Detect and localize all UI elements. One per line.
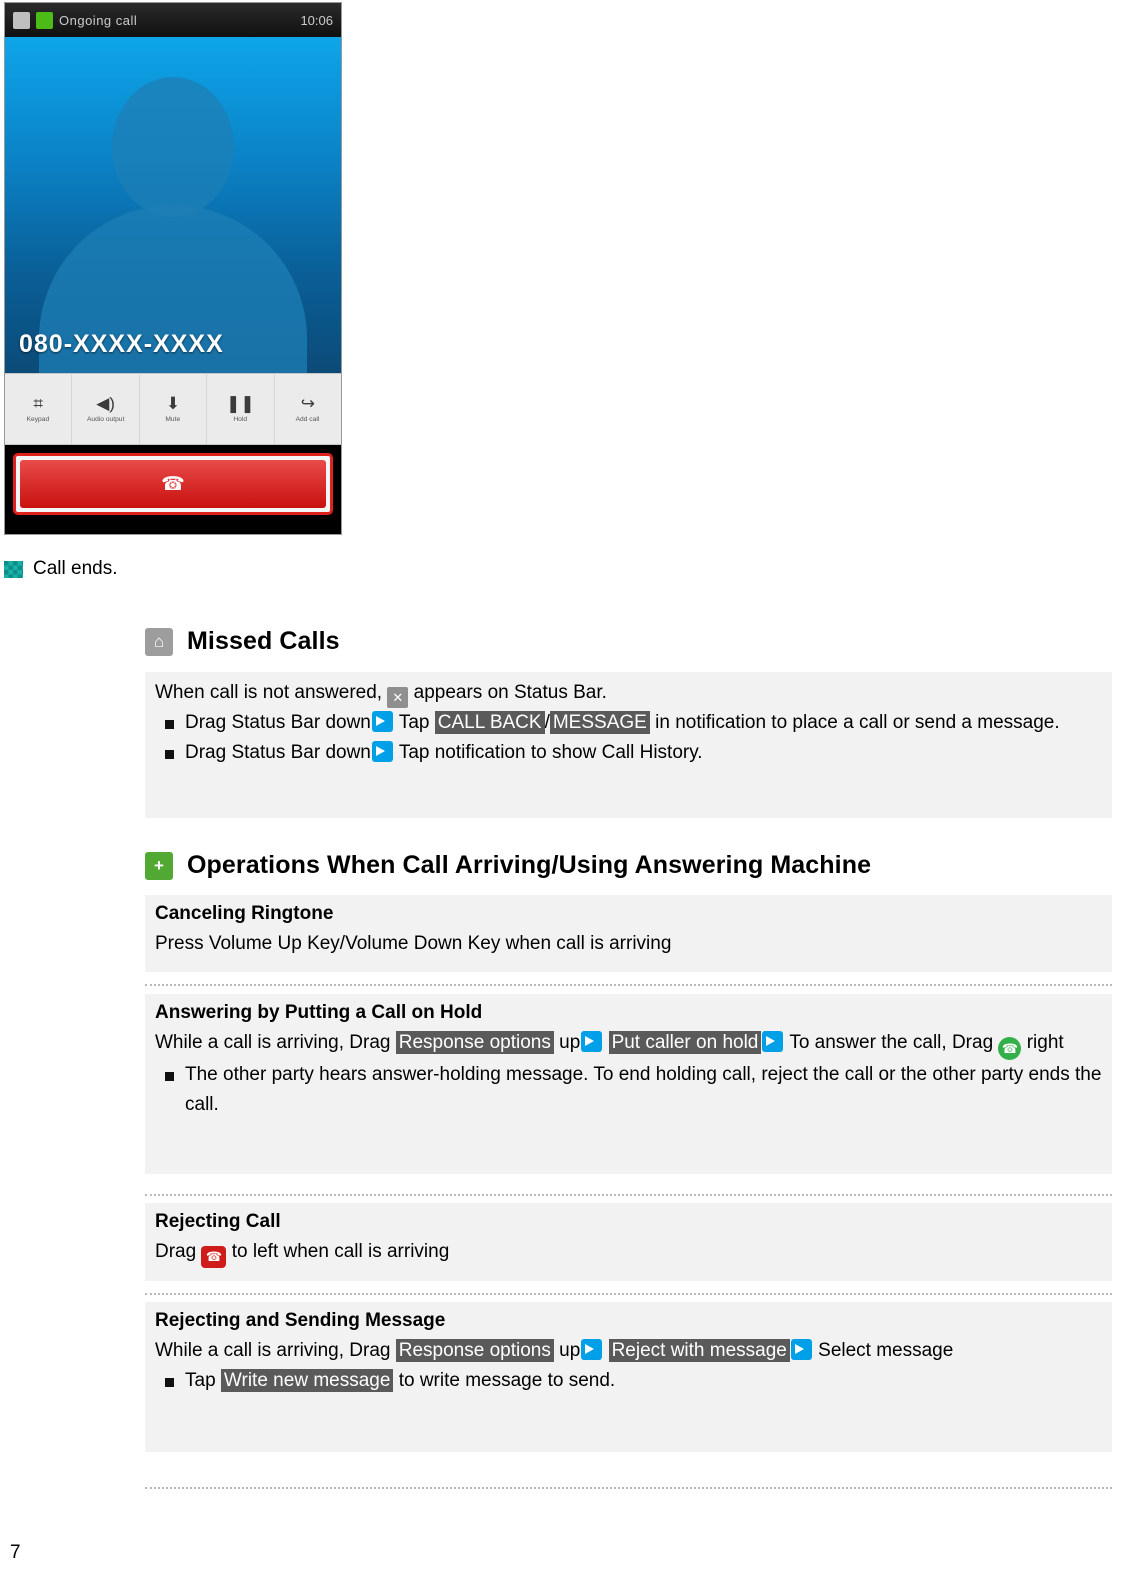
call-ends-caption: Call ends. — [4, 558, 118, 580]
call-icon — [13, 11, 30, 29]
rejecting-msg-text-b: up — [559, 1340, 581, 1361]
hold-button[interactable]: ❚❚ Hold — [207, 374, 275, 444]
bullet-1-text-b: Tap — [398, 712, 430, 733]
divider — [145, 1293, 1112, 1295]
rejecting-sending-line: While a call is arriving, Drag Response … — [155, 1336, 1102, 1366]
end-call-highlight: ☎ — [13, 453, 333, 515]
missed-calls-intro-before: When call is not answered, — [155, 682, 383, 703]
missed-calls-intro: When call is not answered, ✕ appears on … — [155, 678, 1102, 708]
answering-text-a: While a call is arriving, Drag — [155, 1032, 391, 1053]
end-call-button[interactable]: ☎ — [20, 460, 326, 508]
operations-title: Operations When Call Arriving/Using Answ… — [187, 851, 872, 879]
rejecting-sending-bullet: Tap Write new message to write message t… — [155, 1366, 1102, 1396]
rejecting-text-a: Drag — [155, 1241, 197, 1262]
audio-output-button[interactable]: ◀) Audio output — [72, 374, 140, 444]
message-label[interactable]: MESSAGE — [549, 711, 650, 734]
call-back-label[interactable]: CALL BACK — [434, 711, 545, 734]
speaker-icon: ◀) — [96, 394, 115, 413]
add-call-button[interactable]: ↪ Add call — [275, 374, 341, 444]
missed-calls-bullet-1: Drag Status Bar down Tap CALL BACK / MESSA… — [155, 708, 1102, 738]
hold-label: Hold — [233, 416, 248, 423]
missed-calls-bullet-2: Drag Status Bar down Tap notification to… — [155, 738, 1102, 768]
write-msg-text-b: to write message to send. — [398, 1370, 616, 1391]
answering-text-b: up — [559, 1032, 581, 1053]
divider — [145, 1194, 1112, 1196]
rejecting-msg-text-c: Select message — [818, 1340, 954, 1361]
arrow-icon — [371, 711, 393, 732]
caller-photo: 080-XXXX-XXXX — [5, 37, 341, 373]
mute-icon: ⬇ — [165, 394, 181, 413]
divider — [145, 1487, 1112, 1489]
canceling-ringtone-block: Canceling Ringtone Press Volume Up Key/V… — [145, 895, 1112, 972]
status-bar-title: Ongoing call — [59, 12, 138, 28]
keypad-button[interactable]: ⌗ Keypad — [5, 374, 73, 444]
canceling-ringtone-line: Press Volume Up Key/Volume Down Key when… — [155, 933, 672, 954]
reject-call-icon: ☎ — [201, 1246, 227, 1268]
page-number: 7 — [10, 1542, 21, 1563]
add-call-label: Add call — [295, 416, 320, 423]
rejecting-call-title: Rejecting Call — [155, 1211, 281, 1232]
missed-calls-title: Missed Calls — [187, 627, 340, 655]
arrow-icon — [581, 1339, 603, 1360]
missed-calls-intro-after: appears on Status Bar. — [413, 682, 607, 703]
signal-icon — [36, 11, 53, 29]
rejecting-call-line: Drag ☎ to left when call is arriving — [155, 1237, 1102, 1268]
caller-number: 080-XXXX-XXXX — [19, 330, 224, 358]
checkered-flag-icon — [4, 560, 23, 578]
put-caller-on-hold-label[interactable]: Put caller on hold — [608, 1031, 762, 1054]
bullet-2-text-a: Drag Status Bar down — [185, 742, 371, 763]
phone-screenshot: Ongoing call 10:06 080-XXXX-XXXX ⌗ Keypa… — [4, 2, 342, 535]
canceling-ringtone-title: Canceling Ringtone — [155, 903, 334, 924]
rejecting-sending-title: Rejecting and Sending Message — [155, 1310, 446, 1331]
arrow-icon — [762, 1031, 784, 1052]
avatar-head — [112, 77, 234, 217]
answering-on-hold-line: While a call is arriving, Drag Response … — [155, 1028, 1102, 1060]
audio-output-label: Audio output — [86, 416, 125, 423]
answering-on-hold-bullet: The other party hears answer-holding mes… — [155, 1060, 1102, 1120]
answering-on-hold-block: Answering by Putting a Call on Hold Whil… — [145, 994, 1112, 1174]
arrow-icon — [790, 1339, 812, 1360]
arrow-icon — [371, 741, 393, 762]
rejecting-call-block: Rejecting Call Drag ☎ to left when call … — [145, 1203, 1112, 1281]
rejecting-sending-message-block: Rejecting and Sending Message While a ca… — [145, 1302, 1112, 1452]
bullet-1-text-a: Drag Status Bar down — [185, 712, 371, 733]
answering-text-d: right — [1026, 1032, 1064, 1053]
end-call-icon: ☎ — [161, 473, 185, 495]
call-ends-text: Call ends. — [33, 558, 118, 579]
missed-calls-badge-icon: ⌂ — [145, 627, 173, 656]
rejecting-msg-text-a: While a call is arriving, Drag — [155, 1340, 391, 1361]
reject-with-message-label[interactable]: Reject with message — [608, 1339, 790, 1362]
rejecting-text-b: to left when call is arriving — [231, 1241, 450, 1262]
phone-status-bar: Ongoing call 10:06 — [5, 3, 341, 37]
plus-badge-icon: + — [145, 851, 173, 880]
bullet-2-text-b: Tap notification to show Call History. — [398, 742, 703, 763]
keypad-label: Keypad — [26, 416, 50, 423]
status-bar-clock: 10:06 — [300, 12, 333, 28]
mute-button[interactable]: ⬇ Mute — [140, 374, 208, 444]
answer-call-icon: ☎ — [998, 1037, 1022, 1060]
arrow-icon — [581, 1031, 603, 1052]
missed-calls-block: When call is not answered, ✕ appears on … — [145, 672, 1112, 818]
mute-label: Mute — [165, 416, 181, 423]
response-options-label[interactable]: Response options — [395, 1031, 554, 1054]
keypad-icon: ⌗ — [33, 394, 43, 413]
missed-call-status-icon: ✕ — [387, 687, 409, 708]
response-options-label[interactable]: Response options — [395, 1339, 554, 1362]
add-call-icon: ↪ — [300, 394, 315, 413]
answering-text-c: To answer the call, Drag — [789, 1032, 994, 1053]
bullet-1-text-c: in notification to place a call or send … — [655, 712, 1060, 733]
hold-icon: ❚❚ — [226, 394, 255, 413]
answering-on-hold-title: Answering by Putting a Call on Hold — [155, 1002, 483, 1023]
in-call-action-bar[interactable]: ⌗ Keypad ◀) Audio output ⬇ Mute ❚❚ Hold … — [5, 373, 341, 445]
write-msg-text-a: Tap — [185, 1370, 216, 1391]
missed-calls-heading: ⌂ Missed Calls — [145, 627, 340, 656]
operations-heading: + Operations When Call Arriving/Using An… — [145, 851, 871, 880]
divider — [145, 984, 1112, 986]
write-new-message-label[interactable]: Write new message — [220, 1369, 394, 1392]
